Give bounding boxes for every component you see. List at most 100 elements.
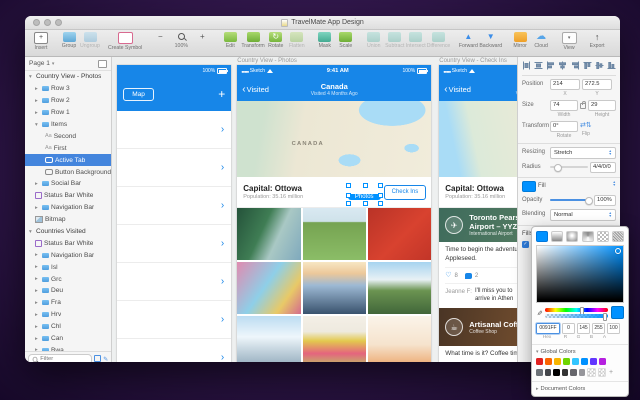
layer-item-grc[interactable]: ▸Grc <box>25 273 111 285</box>
fill-color-swatch[interactable] <box>522 181 536 192</box>
heart-icon[interactable]: ♡ <box>445 271 451 280</box>
toolbar-cloud-button[interactable]: ☁Cloud <box>531 32 551 49</box>
hex-field[interactable]: 0091FF <box>536 323 560 334</box>
disclosure-expanded-icon[interactable]: ▾ <box>29 74 34 80</box>
filter-searchbox[interactable] <box>28 354 92 363</box>
disclosure-collapsed-icon[interactable]: ▸ <box>35 98 40 104</box>
toolbar-zoom-button[interactable]: 100% <box>171 32 191 49</box>
layer-item-active-tab[interactable]: Active Tab <box>25 154 111 166</box>
toolbar-symbol-button[interactable]: Create Symbol <box>108 32 142 51</box>
pages-panel-toggle-icon[interactable] <box>98 60 107 68</box>
layer-item-status-bar-white[interactable]: Status Bar White <box>25 237 111 249</box>
artboard-countries-visited[interactable]: 100% Map + ››››››› <box>117 65 231 362</box>
photos-tab-button[interactable]: Photos <box>348 194 381 200</box>
alpha-slider[interactable] <box>545 314 608 318</box>
layer-item-status-bar-white[interactable]: Status Bar White <box>25 190 111 202</box>
radius-slider[interactable] <box>550 166 588 168</box>
disclosure-collapsed-icon[interactable]: ▸ <box>35 276 40 282</box>
pages-icon[interactable] <box>94 355 101 363</box>
global-colors-header[interactable]: ▾ Global Colors <box>536 349 624 355</box>
toolbar-edit-button[interactable]: Edit <box>220 32 240 49</box>
design-canvas[interactable]: 100% Map + ››››››› Country View - Photos <box>112 57 517 362</box>
layer-item-hrv[interactable]: ▸Hrv <box>25 309 111 321</box>
position-x-field[interactable]: 214 <box>550 79 580 90</box>
toolbar-backward-button[interactable]: ▼Backward <box>479 32 502 49</box>
comment-bubble-icon[interactable] <box>465 273 472 279</box>
selection-handle[interactable] <box>363 183 368 188</box>
country-list-row[interactable]: › <box>117 301 231 339</box>
toolbar-group-button[interactable]: Group <box>59 32 79 49</box>
color-swatch[interactable] <box>545 369 552 376</box>
layer-item-navigation-bar[interactable]: ▸Navigation Bar <box>25 202 111 214</box>
toolbar-union-button[interactable]: Union <box>364 32 384 49</box>
layer-item-navigation-bar[interactable]: ▸Navigation Bar <box>25 249 111 261</box>
layer-item-row-2[interactable]: ▸Row 2 <box>25 95 111 107</box>
toolbar-mask-button[interactable]: Mask <box>315 32 335 49</box>
toolbar-scale-button[interactable]: Scale <box>336 32 356 49</box>
filter-input[interactable] <box>40 356 88 362</box>
photo-thumbnail-8[interactable] <box>303 316 366 362</box>
edit-filter-icon[interactable]: ✎ <box>103 356 108 363</box>
toolbar-zoomin-button[interactable]: + <box>192 32 212 43</box>
opacity-slider[interactable] <box>550 199 592 201</box>
photo-thumbnail-3[interactable] <box>368 208 431 260</box>
layer-item-button-background[interactable]: Button Background <box>25 166 111 178</box>
layer-item-chl[interactable]: ▸Chl <box>25 321 111 333</box>
country-list-row[interactable]: › <box>117 149 231 187</box>
toolbar-forward-button[interactable]: ▲Forward <box>458 32 478 49</box>
disclosure-collapsed-icon[interactable]: ▸ <box>35 288 40 294</box>
toolbar-mirror-button[interactable]: Mirror <box>510 32 530 49</box>
selection-handle[interactable] <box>346 193 351 198</box>
position-y-field[interactable]: 272.5 <box>582 79 612 90</box>
country-list-row[interactable]: › <box>117 111 231 149</box>
color-swatch[interactable] <box>553 369 560 376</box>
disclosure-collapsed-icon[interactable]: ▸ <box>35 336 40 342</box>
country-map[interactable]: CANADA <box>237 101 431 177</box>
country-list-row[interactable]: › <box>117 187 231 225</box>
height-field[interactable]: 29 <box>588 100 616 111</box>
color-swatch[interactable] <box>562 369 569 376</box>
layer-item-bitmap[interactable]: Bitmap <box>25 214 111 226</box>
layer-item-items[interactable]: ▾Items <box>25 119 111 131</box>
fill-type-angular-gradient-tab[interactable] <box>582 231 594 242</box>
color-swatch[interactable] <box>554 358 561 365</box>
back-button[interactable]: ‹ Visited <box>444 85 471 94</box>
toolbar-zoomout-button[interactable]: − <box>150 32 170 43</box>
disclosure-collapsed-icon[interactable]: ▸ <box>35 86 40 92</box>
photo-thumbnail-6[interactable] <box>368 262 431 314</box>
layer-item-second[interactable]: AaSecond <box>25 130 111 142</box>
green-field[interactable]: 145 <box>577 323 590 334</box>
blending-dropdown[interactable]: Normal▲▼ <box>550 209 616 221</box>
alpha-field[interactable]: 100 <box>607 323 620 334</box>
photo-thumbnail-5[interactable] <box>303 262 366 314</box>
artboard-label-photos[interactable]: Country View - Photos <box>237 58 297 64</box>
alpha-slider-marker[interactable] <box>603 313 607 321</box>
radius-field[interactable]: 4/4/0/0 <box>590 162 616 173</box>
eyedropper-icon[interactable]: ✎ <box>535 310 543 316</box>
disclosure-collapsed-icon[interactable]: ▸ <box>35 300 40 306</box>
toolbar-flatten-button[interactable]: Flatten <box>287 32 307 49</box>
opacity-field[interactable]: 100% <box>594 195 616 206</box>
color-swatch[interactable] <box>581 358 588 365</box>
color-swatch[interactable] <box>572 358 579 365</box>
add-country-button[interactable]: + <box>218 87 225 101</box>
align-top-icon[interactable] <box>583 61 592 72</box>
width-field[interactable]: 74 <box>550 100 578 111</box>
resizing-dropdown[interactable]: Stretch▲▼ <box>550 147 616 159</box>
layer-item-deu[interactable]: ▸Deu <box>25 285 111 297</box>
back-button[interactable]: ‹ Visited <box>242 85 269 94</box>
toolbar-transform-button[interactable]: Transform <box>241 32 264 49</box>
map-button[interactable]: Map <box>123 88 154 101</box>
photo-thumbnail-4[interactable] <box>237 262 300 314</box>
selection-handle[interactable] <box>346 201 351 206</box>
align-right-icon[interactable] <box>571 61 580 72</box>
fill-enabled-checkbox[interactable]: ✓ <box>522 241 529 248</box>
country-map[interactable] <box>439 101 517 177</box>
disclosure-expanded-icon[interactable]: ▾ <box>29 229 34 235</box>
disclosure-expanded-icon[interactable]: ▾ <box>35 122 40 128</box>
photo-thumbnail-1[interactable] <box>237 208 300 260</box>
photo-thumbnail-2[interactable] <box>303 208 366 260</box>
layer-item-row-3[interactable]: ▸Row 3 <box>25 83 111 95</box>
rotate-field[interactable]: 0° <box>550 121 578 132</box>
toolbar-intersect-button[interactable]: Intersect <box>406 32 426 49</box>
